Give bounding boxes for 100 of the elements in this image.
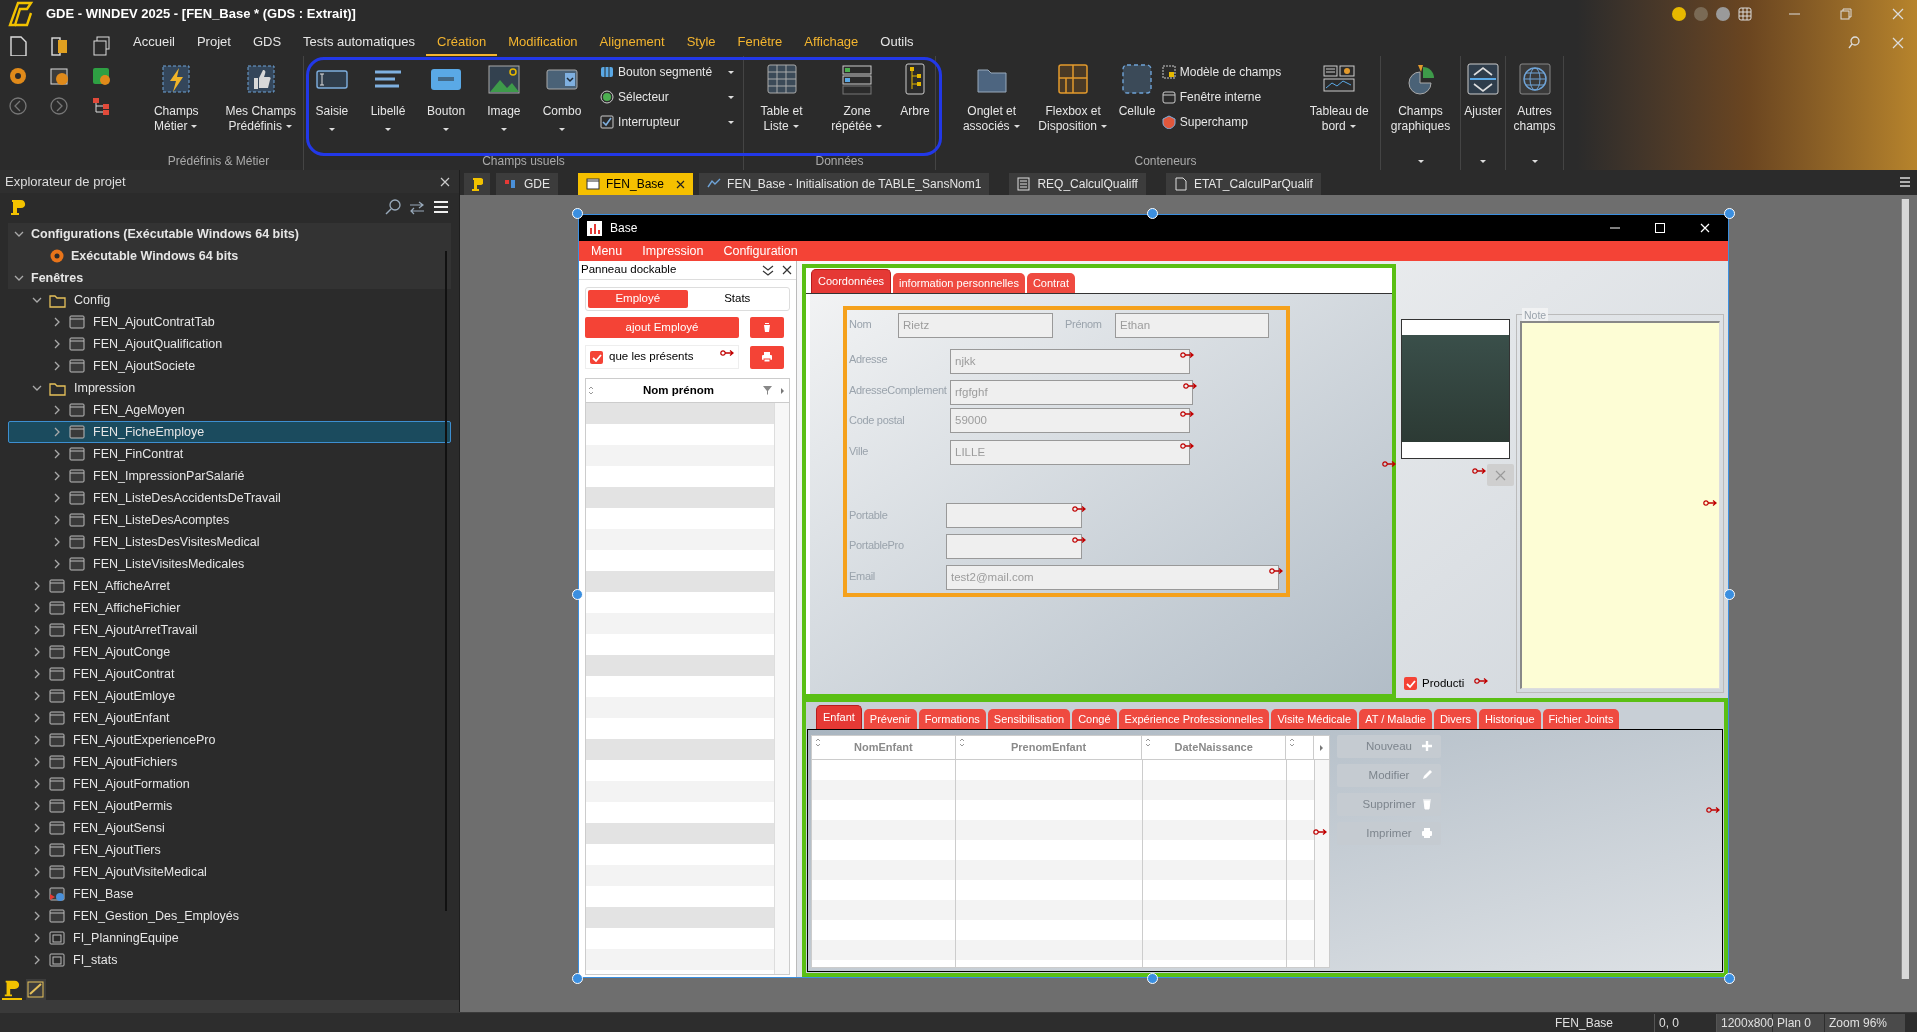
tab[interactable]: Sensibilisation bbox=[987, 709, 1071, 729]
caret-icon[interactable] bbox=[1530, 158, 1539, 164]
tree-item[interactable]: Fenêtres bbox=[8, 267, 451, 289]
ribbon-tab[interactable]: Style bbox=[675, 30, 727, 56]
close-icon[interactable] bbox=[782, 265, 792, 275]
tree-item[interactable]: FEN_AjoutExperiencePro bbox=[8, 729, 451, 751]
sort-icon[interactable] bbox=[1145, 738, 1152, 747]
ribbon-button[interactable]: Bouton segmenté bbox=[600, 62, 736, 82]
hierarchy-icon[interactable] bbox=[90, 96, 111, 116]
ribbon-button[interactable]: Combo bbox=[539, 60, 585, 152]
tree-item[interactable]: Impression bbox=[8, 377, 451, 399]
tree-item[interactable]: FEN_AjoutQualification bbox=[8, 333, 451, 355]
tree-item[interactable]: FEN_AjoutEmloye bbox=[8, 685, 451, 707]
document-tab[interactable]: ETAT_CalculParQualif bbox=[1165, 173, 1321, 195]
tree-item[interactable]: FEN_AjoutSociete bbox=[8, 355, 451, 377]
tab[interactable]: Prévenir bbox=[863, 709, 917, 729]
diagram-icon[interactable] bbox=[26, 979, 46, 1000]
menu-item[interactable]: Configuration bbox=[713, 241, 808, 261]
project-logo-icon[interactable] bbox=[10, 198, 26, 216]
tree-item[interactable]: FEN_AfficheArret bbox=[8, 575, 451, 597]
double-chevron-icon[interactable] bbox=[762, 264, 774, 276]
tab[interactable]: Contrat bbox=[1026, 273, 1075, 293]
sort-icon[interactable] bbox=[1289, 738, 1296, 747]
caret-icon[interactable] bbox=[727, 119, 736, 125]
ribbon-tab[interactable]: GDS bbox=[241, 30, 293, 56]
tab[interactable]: Congé bbox=[1072, 709, 1117, 729]
segment-tab[interactable]: Employé bbox=[588, 290, 688, 308]
tree-item[interactable]: FEN_AjoutVisiteMedical bbox=[8, 861, 451, 883]
tree-item[interactable]: FI_stats bbox=[8, 949, 451, 971]
tree-item[interactable]: FEN_AjoutConge bbox=[8, 641, 451, 663]
menu-item[interactable]: Menu bbox=[581, 241, 633, 261]
tree-item[interactable]: Exécutable Windows 64 bits bbox=[8, 245, 451, 267]
page-icon[interactable] bbox=[8, 36, 28, 56]
caret-icon[interactable] bbox=[284, 124, 293, 130]
checkbox[interactable] bbox=[1404, 677, 1417, 691]
ribbon-tab[interactable]: Outils bbox=[869, 30, 925, 56]
tree-item[interactable]: FEN_AjoutPermis bbox=[8, 795, 451, 817]
tree-item[interactable]: FEN_AjoutTiers bbox=[8, 839, 451, 861]
ribbon-button[interactable]: Libellé bbox=[367, 60, 409, 152]
tree-item[interactable]: FEN_ListesDesVisitesMedical bbox=[8, 531, 451, 553]
ribbon-button[interactable]: Champs Métier bbox=[137, 60, 216, 152]
caret-icon[interactable] bbox=[727, 69, 736, 75]
ribbon-button[interactable]: Tableau de bord bbox=[1300, 60, 1379, 152]
ribbon-tab[interactable]: Alignement bbox=[588, 30, 676, 56]
tree-item[interactable]: FEN_ListeDesAccidentsDeTravail bbox=[8, 487, 451, 509]
tab[interactable]: information personnelles bbox=[893, 273, 1025, 293]
ribbon-button[interactable]: Champs graphiques bbox=[1381, 60, 1460, 152]
ribbon-button[interactable]: Fenêtre interne bbox=[1161, 87, 1297, 107]
ribbon-button[interactable]: Autres champs bbox=[1506, 60, 1563, 152]
delete-button[interactable] bbox=[750, 317, 784, 338]
tab[interactable]: Enfant bbox=[816, 705, 862, 729]
search-icon[interactable] bbox=[1848, 36, 1860, 49]
ribbon-tab[interactable]: Tests automatiques bbox=[292, 30, 427, 56]
back-icon[interactable] bbox=[8, 96, 28, 116]
document-tab[interactable]: FEN_Base - Initialisation de TABLE_SansNom1 bbox=[699, 173, 990, 195]
document-tab[interactable]: GDE bbox=[496, 173, 558, 195]
ribbon-tab[interactable]: Accueil bbox=[122, 30, 186, 56]
copy-icon[interactable] bbox=[90, 36, 111, 56]
filter-icon[interactable] bbox=[763, 386, 772, 395]
forward-icon[interactable] bbox=[49, 96, 70, 116]
ribbon-button[interactable]: Mes Champs Prédéfinis bbox=[221, 60, 300, 152]
tab[interactable]: Divers bbox=[1433, 709, 1478, 729]
menu-icon[interactable] bbox=[1899, 176, 1911, 188]
menu-item[interactable]: Impression bbox=[632, 241, 714, 261]
ribbon-button[interactable]: Interrupteur bbox=[600, 112, 736, 132]
tab[interactable]: Formations bbox=[918, 709, 986, 729]
binder-icon[interactable] bbox=[49, 36, 70, 56]
document-tab[interactable]: REQ_CalculQualiff bbox=[1009, 173, 1146, 195]
caret-icon[interactable] bbox=[190, 124, 199, 130]
tree-item[interactable]: Config bbox=[8, 289, 451, 311]
tree-item[interactable]: FEN_AjoutArretTravail bbox=[8, 619, 451, 641]
document-tab[interactable]: FEN_Base bbox=[578, 173, 694, 195]
ribbon-button[interactable]: Flexbox et Disposition bbox=[1034, 60, 1113, 152]
ribbon-button[interactable]: Arbre bbox=[895, 60, 935, 152]
print-button[interactable] bbox=[750, 345, 784, 369]
caret-icon[interactable] bbox=[383, 127, 392, 132]
caret-icon[interactable] bbox=[727, 94, 736, 100]
close-icon[interactable] bbox=[676, 179, 686, 189]
ribbon-button[interactable]: Bouton bbox=[424, 60, 469, 152]
tab[interactable]: Coordonnées bbox=[811, 269, 892, 293]
tree-item[interactable]: FEN_AjoutFichiers bbox=[8, 751, 451, 773]
tree-item[interactable]: FEN_AgeMoyen bbox=[8, 399, 451, 421]
window-gear-icon[interactable] bbox=[49, 66, 70, 86]
restore-icon[interactable] bbox=[1840, 8, 1852, 20]
tree-item[interactable]: FEN_AjoutSensi bbox=[8, 817, 451, 839]
sort-icon[interactable] bbox=[588, 386, 594, 395]
tree-item[interactable]: FEN_ListeDesAcomptes bbox=[8, 509, 451, 531]
ribbon-tab[interactable]: Projet bbox=[185, 30, 242, 56]
ribbon-button[interactable]: Cellule bbox=[1115, 60, 1159, 152]
scroll-right-icon[interactable] bbox=[1319, 743, 1324, 752]
caret-icon[interactable] bbox=[1348, 124, 1357, 130]
checkbox[interactable] bbox=[590, 350, 603, 364]
tree-item[interactable]: FEN_ImpressionParSalarié bbox=[8, 465, 451, 487]
gear-icon[interactable] bbox=[8, 66, 28, 86]
caret-icon[interactable] bbox=[1416, 158, 1425, 164]
tab[interactable]: AT / Maladie bbox=[1359, 709, 1432, 729]
scroll-right-icon[interactable] bbox=[780, 386, 785, 395]
ribbon-button[interactable]: Modèle de champs bbox=[1161, 62, 1297, 82]
maximize-icon[interactable] bbox=[1655, 223, 1665, 233]
tab[interactable]: Fichier Joints bbox=[1542, 709, 1620, 729]
